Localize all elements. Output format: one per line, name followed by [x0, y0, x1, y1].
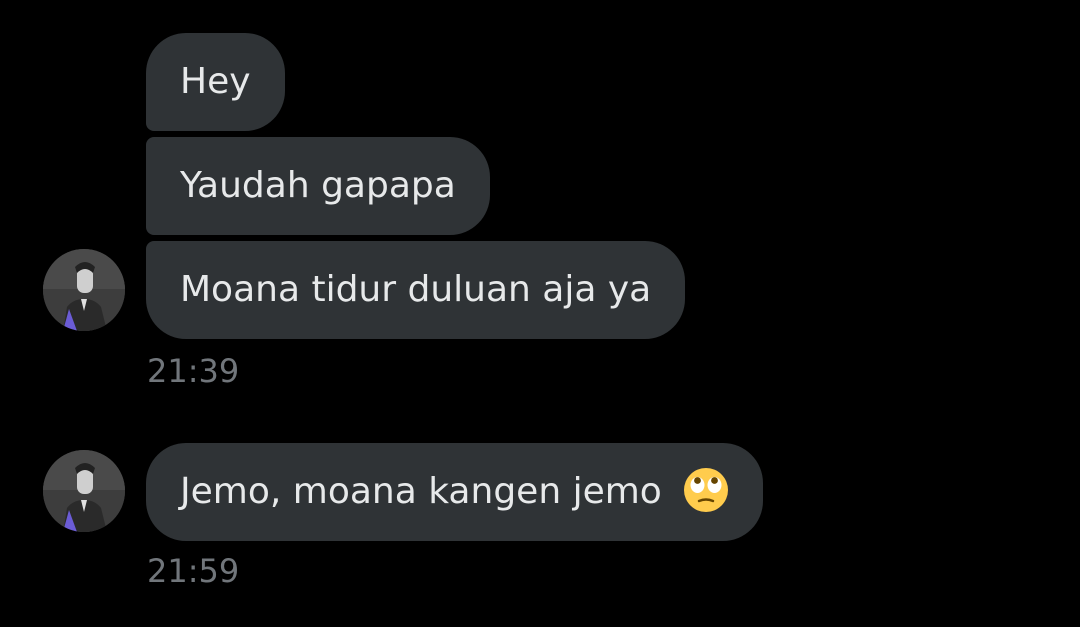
message-text: Moana tidur duluan aja ya	[180, 269, 652, 310]
message-text: Jemo, moana kangen jemo	[180, 471, 662, 512]
message-bubble[interactable]: Hey	[146, 33, 285, 131]
message-text: Hey	[180, 61, 251, 102]
message-text: Yaudah gapapa	[180, 165, 456, 206]
message-timestamp: 21:39	[147, 352, 240, 390]
avatar[interactable]	[43, 450, 125, 532]
avatar[interactable]	[43, 249, 125, 331]
message-bubble[interactable]: Yaudah gapapa	[146, 137, 490, 235]
message-bubble[interactable]: Jemo, moana kangen jemo	[146, 443, 764, 541]
message-bubble[interactable]: Moana tidur duluan aja ya	[146, 241, 686, 339]
message-timestamp: 21:59	[147, 552, 240, 590]
face-with-rolling-eyes-icon	[684, 468, 729, 512]
